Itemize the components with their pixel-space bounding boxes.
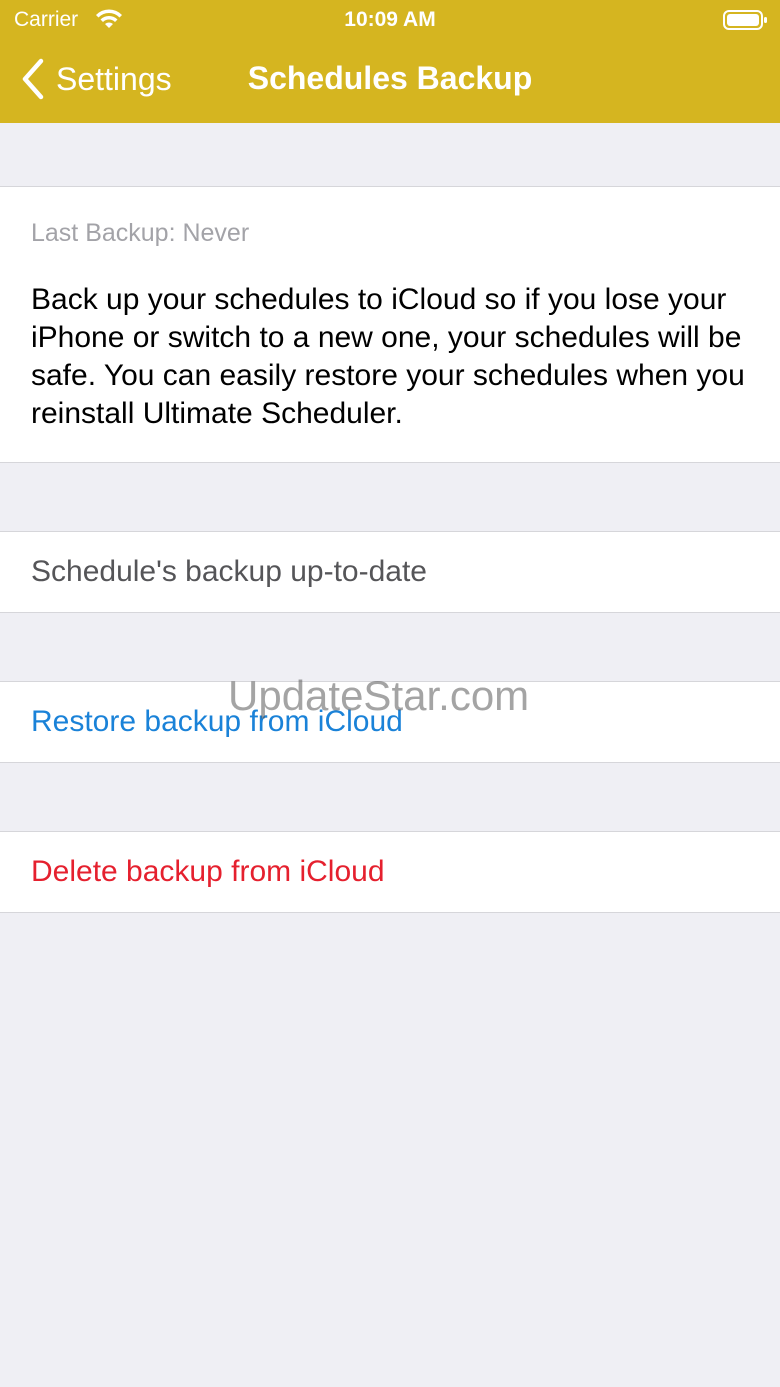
battery-icon — [723, 10, 767, 30]
last-backup-label: Last Backup: Never — [31, 219, 250, 247]
backup-status-label: Schedule's backup up-to-date — [31, 555, 427, 588]
restore-backup-button[interactable]: Restore backup from iCloud — [0, 681, 780, 763]
delete-backup-label: Delete backup from iCloud — [31, 855, 385, 888]
restore-backup-label: Restore backup from iCloud — [31, 705, 403, 738]
delete-backup-button[interactable]: Delete backup from iCloud — [0, 831, 780, 913]
backup-info-cell: Last Backup: Never Back up your schedule… — [0, 186, 780, 463]
page-title: Schedules Backup — [247, 60, 533, 96]
backup-status-cell: Schedule's backup up-to-date — [0, 531, 780, 613]
backup-description: Back up your schedules to iCloud so if y… — [31, 283, 745, 430]
status-time: 10:09 AM — [344, 8, 436, 31]
navigation-bar: Carrier 10:09 AM Settings Schedules Back… — [0, 0, 780, 123]
